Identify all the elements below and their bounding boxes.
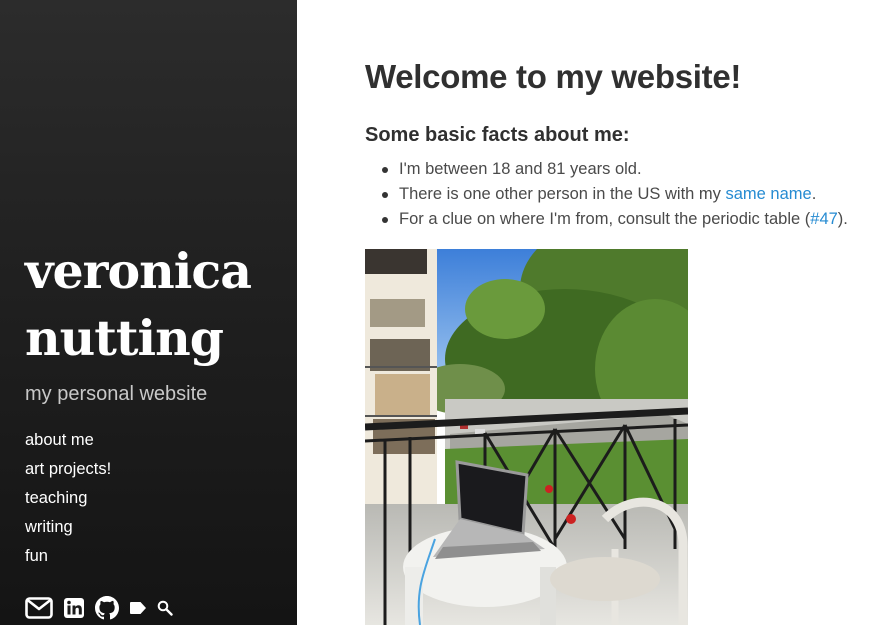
fact-text: For a clue on where I'm from, consult th… (399, 210, 811, 228)
social-links (25, 594, 183, 622)
nav-link-art-projects[interactable]: art projects! (25, 460, 111, 478)
nav-item-about-me: about me (25, 429, 111, 458)
facts-list: I'm between 18 and 81 years old. There i… (365, 158, 887, 233)
nav-link-about-me[interactable]: about me (25, 431, 94, 449)
nav-link-teaching[interactable]: teaching (25, 489, 87, 507)
site-tagline: my personal website (25, 383, 208, 405)
fact-text: . (811, 185, 817, 203)
balcony-laptop-photo (365, 249, 688, 625)
nav-item-writing: writing (25, 516, 111, 545)
github-icon[interactable] (95, 596, 119, 620)
search-icon[interactable] (157, 600, 173, 616)
fact-text: There is one other person in the US with… (399, 185, 726, 203)
facts-heading: Some basic facts about me: (365, 124, 630, 146)
page-title: Welcome to my website! (365, 58, 742, 95)
list-item: There is one other person in the US with… (382, 183, 887, 208)
same-name-link[interactable]: same name (726, 185, 812, 203)
list-item: For a clue on where I'm from, consult th… (382, 208, 887, 233)
nav-item-art-projects: art projects! (25, 458, 111, 487)
site-title[interactable]: veronica nutting (25, 238, 290, 372)
list-item: I'm between 18 and 81 years old. (382, 158, 887, 183)
tag-icon[interactable] (129, 601, 147, 615)
fact-text: ). (837, 210, 848, 228)
main-content: Welcome to my website! Some basic facts … (365, 0, 880, 625)
periodic-table-link[interactable]: #47 (810, 210, 838, 228)
email-icon[interactable] (25, 597, 53, 619)
site-title-line-1[interactable]: veronica (25, 238, 290, 305)
nav-item-teaching: teaching (25, 487, 111, 516)
fact-text: I'm between 18 and 81 years old. (399, 160, 642, 178)
linkedin-icon[interactable] (63, 597, 85, 619)
sidebar-nav: about me art projects! teaching writing … (25, 429, 111, 574)
site-title-line-2[interactable]: nutting (25, 305, 290, 372)
nav-link-writing[interactable]: writing (25, 518, 73, 536)
nav-link-fun[interactable]: fun (25, 547, 48, 565)
sidebar: veronica nutting my personal website abo… (0, 0, 297, 625)
nav-item-fun: fun (25, 545, 111, 574)
